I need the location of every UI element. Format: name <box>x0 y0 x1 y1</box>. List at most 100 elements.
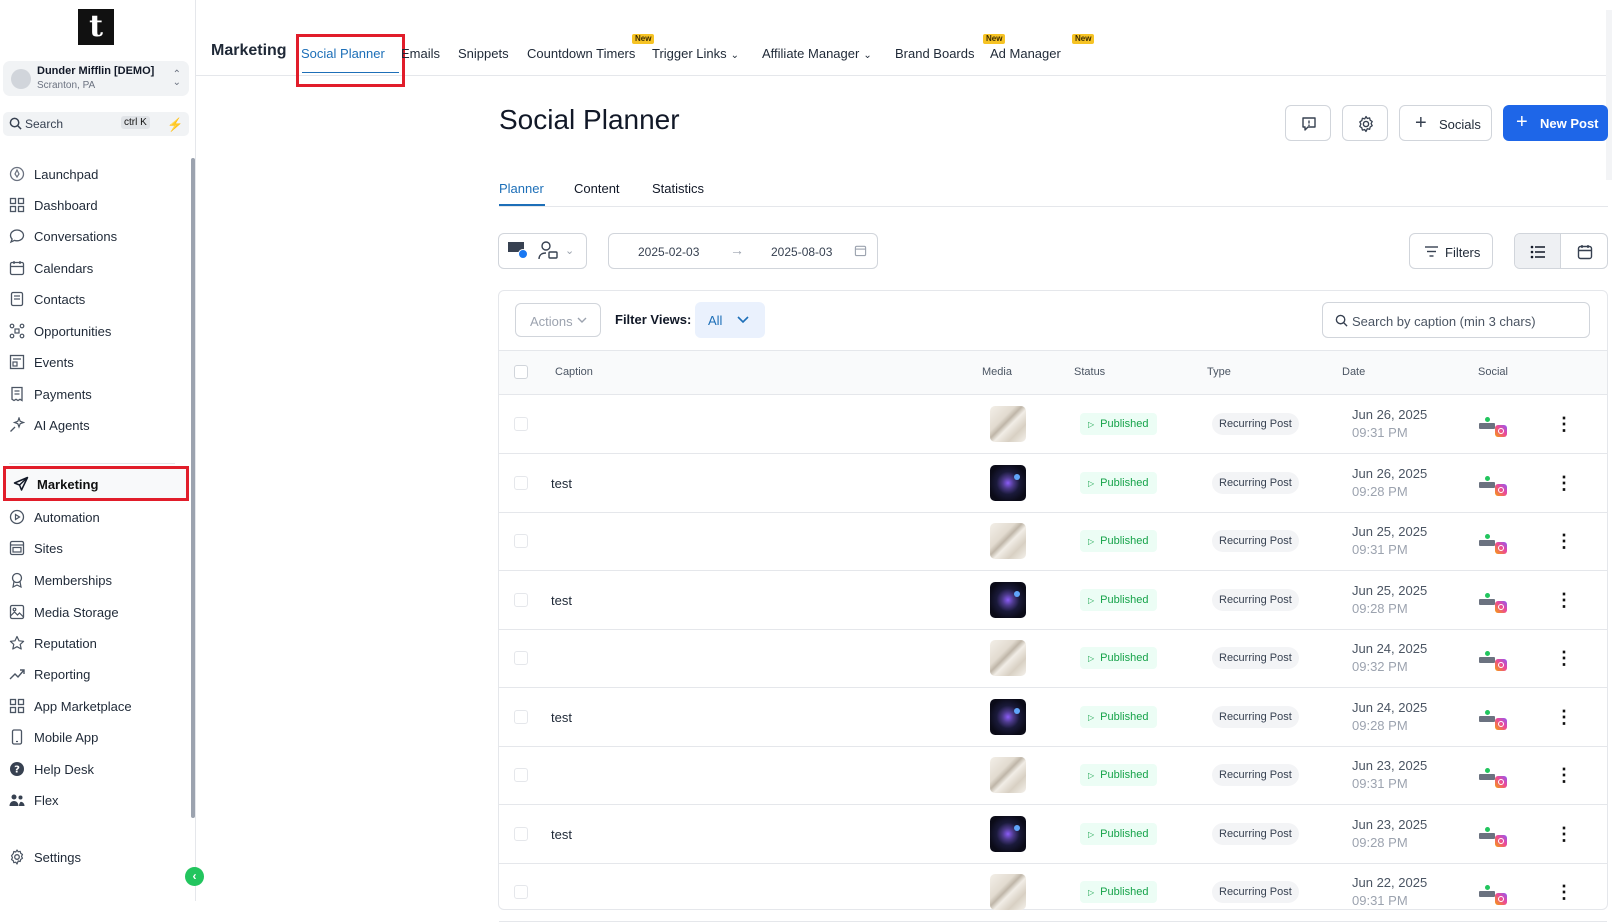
row-checkbox[interactable] <box>514 826 528 841</box>
brand-logo[interactable]: t <box>78 9 114 45</box>
list-view-button[interactable] <box>1515 234 1561 268</box>
more-options-icon[interactable]: ⋮ <box>1555 532 1573 550</box>
sidebar-item-reporting[interactable]: Reporting <box>0 660 186 688</box>
lightning-icon[interactable]: ⚡ <box>167 117 183 133</box>
column-media[interactable]: Media <box>982 366 1012 378</box>
sidebar-item-calendars[interactable]: Calendars <box>0 254 186 282</box>
sidebar-item-marketing[interactable]: Marketing <box>3 466 189 501</box>
tab-snippets[interactable]: Snippets <box>458 46 509 61</box>
sidebar-item-sites[interactable]: Sites <box>0 534 186 562</box>
calendar-view-button[interactable] <box>1562 234 1607 268</box>
sidebar-item-events[interactable]: Events <box>0 348 186 376</box>
row-checkbox[interactable] <box>514 768 528 782</box>
sidebar-item-ai-agents[interactable]: AI Agents <box>0 411 186 439</box>
sidebar-item-contacts[interactable]: Contacts <box>0 285 186 313</box>
sidebar-item-mobile-app[interactable]: Mobile App <box>0 723 186 751</box>
more-options-icon[interactable]: ⋮ <box>1555 591 1573 609</box>
more-options-icon[interactable]: ⋮ <box>1555 825 1573 843</box>
sidebar-item-flex[interactable]: Flex <box>0 786 186 814</box>
settings-button[interactable] <box>1342 105 1388 141</box>
date-range-picker[interactable]: 2025-02-03 → 2025-08-03 <box>608 233 878 269</box>
collapse-sidebar-icon[interactable]: ‹ <box>185 867 204 886</box>
sidebar-item-opportunities[interactable]: Opportunities <box>0 317 186 345</box>
table-row[interactable]: ▷ Published Recurring Post Jun 22, 2025 09:3… <box>499 863 1607 922</box>
instagram-icon <box>1495 425 1507 437</box>
tab-ad-manager[interactable]: Ad Manager <box>990 46 1061 61</box>
column-status[interactable]: Status <box>1074 366 1105 378</box>
media-thumbnail[interactable] <box>990 523 1026 559</box>
subtab-planner[interactable]: Planner <box>499 181 544 196</box>
media-thumbnail[interactable] <box>990 874 1026 910</box>
add-socials-button[interactable]: + Socials <box>1399 105 1492 141</box>
more-options-icon[interactable]: ⋮ <box>1555 649 1573 667</box>
more-options-icon[interactable]: ⋮ <box>1555 415 1573 433</box>
filters-button[interactable]: Filters <box>1409 233 1493 269</box>
sidebar-item-memberships[interactable]: Memberships <box>0 566 186 594</box>
type-badge: Recurring Post <box>1212 881 1299 903</box>
column-type[interactable]: Type <box>1207 366 1231 378</box>
more-options-icon[interactable]: ⋮ <box>1555 883 1573 901</box>
caption-search-input[interactable] <box>1352 311 1582 331</box>
new-post-button[interactable]: + New Post <box>1503 105 1608 141</box>
media-thumbnail[interactable] <box>990 464 1026 501</box>
sidebar-item-app-marketplace[interactable]: App Marketplace <box>0 692 186 720</box>
caption-search[interactable] <box>1322 302 1590 338</box>
sidebar-item-reputation[interactable]: Reputation <box>0 629 186 657</box>
row-checkbox[interactable] <box>514 417 528 431</box>
more-options-icon[interactable]: ⋮ <box>1555 474 1573 492</box>
sidebar-item-payments[interactable]: Payments <box>0 380 186 408</box>
row-checkbox[interactable] <box>514 534 528 548</box>
row-checkbox[interactable] <box>514 475 528 490</box>
row-checkbox[interactable] <box>514 592 528 607</box>
more-options-icon[interactable]: ⋮ <box>1555 766 1573 784</box>
instagram-account-icon <box>1479 475 1507 498</box>
column-social[interactable]: Social <box>1478 366 1508 378</box>
column-date[interactable]: Date <box>1342 366 1365 378</box>
media-thumbnail[interactable] <box>990 698 1026 735</box>
account-switcher[interactable]: Dunder Mifflin [DEMO] Scranton, PA ⌃ ⌄ <box>3 61 189 96</box>
events-icon <box>9 354 25 370</box>
media-thumbnail[interactable] <box>990 757 1026 793</box>
more-options-icon[interactable]: ⋮ <box>1555 708 1573 726</box>
feedback-button[interactable] <box>1285 105 1331 141</box>
chevron-down-icon <box>737 316 749 324</box>
row-checkbox[interactable] <box>514 709 528 724</box>
actions-dropdown[interactable]: Actions <box>515 303 601 337</box>
column-caption[interactable]: Caption <box>555 366 593 378</box>
table-row[interactable]: ▷ Published Recurring Post Jun 23, 2025 09:3… <box>499 746 1607 805</box>
row-checkbox[interactable] <box>514 651 528 665</box>
tab-brand-boards[interactable]: Brand Boards <box>895 46 975 61</box>
subtab-content[interactable]: Content <box>574 181 620 196</box>
sidebar-item-settings[interactable]: Settings <box>0 843 186 871</box>
table-row[interactable]: ▷ Published Recurring Post Jun 24, 2025 09:3… <box>499 629 1607 688</box>
sidebar-search[interactable]: Search ctrl K ⚡ <box>3 112 189 136</box>
subtab-statistics[interactable]: Statistics <box>652 181 704 196</box>
sidebar-item-media-storage[interactable]: Media Storage <box>0 598 186 626</box>
filter-views-select[interactable]: All <box>695 302 765 338</box>
tab-trigger-links[interactable]: Trigger Links ⌄ <box>652 46 739 61</box>
tab-social-planner[interactable]: Social Planner <box>301 46 385 61</box>
media-thumbnail[interactable] <box>990 815 1026 852</box>
table-row[interactable]: test ▷ Published Recurring Post Jun 26, 2025… <box>499 454 1607 513</box>
table-row[interactable]: test ▷ Published Recurring Post Jun 23, 2025… <box>499 805 1607 864</box>
tab-emails[interactable]: Emails <box>401 46 440 61</box>
contacts-icon <box>10 291 24 307</box>
row-checkbox[interactable] <box>514 885 528 899</box>
media-thumbnail[interactable] <box>990 640 1026 676</box>
media-thumbnail[interactable] <box>990 581 1026 618</box>
sidebar-scrollbar[interactable] <box>191 158 195 818</box>
select-all-checkbox[interactable] <box>514 365 528 379</box>
tab-countdown-timers[interactable]: Countdown Timers <box>527 46 635 61</box>
sidebar-item-conversations[interactable]: Conversations <box>0 222 186 250</box>
sidebar-item-dashboard[interactable]: Dashboard <box>0 191 186 219</box>
social-account-selector[interactable]: ⌄ <box>498 233 587 269</box>
sidebar-item-help-desk[interactable]: ? Help Desk <box>0 755 186 783</box>
table-row[interactable]: test ▷ Published Recurring Post Jun 25, 2025… <box>499 571 1607 630</box>
sidebar-item-automation[interactable]: Automation <box>0 503 186 531</box>
media-thumbnail[interactable] <box>990 406 1026 442</box>
table-row[interactable]: ▷ Published Recurring Post Jun 25, 2025 09:3… <box>499 512 1607 571</box>
table-row[interactable]: test ▷ Published Recurring Post Jun 24, 2025… <box>499 688 1607 747</box>
table-row[interactable]: ▷ Published Recurring Post Jun 26, 2025 09:3… <box>499 395 1607 454</box>
tab-affiliate-manager[interactable]: Affiliate Manager ⌄ <box>762 46 872 61</box>
sidebar-item-launchpad[interactable]: Launchpad <box>0 160 186 188</box>
